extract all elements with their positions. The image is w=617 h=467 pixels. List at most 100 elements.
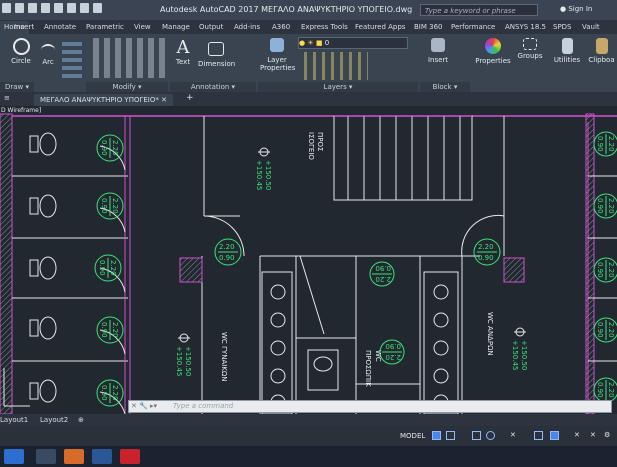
document-tab[interactable]: ΜΕΓΑΛΟ ΑΝΑΨΥΚΤΗΡΙΟ ΥΠΟΓΕΙΟ* ✕ [34, 94, 173, 106]
open-file-icon[interactable] [28, 3, 37, 13]
height-value-bottom: 0.90 [100, 385, 108, 401]
arc-button[interactable]: Arc [38, 38, 58, 66]
circle-button[interactable]: Circle [10, 38, 32, 65]
panel-annotation[interactable]: Annotation ▾ [170, 82, 256, 92]
start-tab-icon[interactable]: ≡ [4, 94, 10, 102]
height-marker: 2.20 0.90 [94, 254, 122, 282]
explorer-icon[interactable] [36, 449, 56, 464]
level-value-1: +150.50 [264, 160, 272, 190]
tab-layout2[interactable]: Layout2 [40, 416, 68, 424]
tab-a360[interactable]: A360 [272, 23, 290, 31]
panel-modify[interactable]: Modify ▾ [86, 82, 168, 92]
layer-dropdown[interactable]: ● ☀ ■ 0 [298, 37, 408, 49]
text-button[interactable]: A Text [172, 38, 194, 67]
level-value-2: +150.45 [511, 340, 519, 370]
draw-tools-icon[interactable] [62, 38, 82, 78]
level-marker-top: +150.50 +150.45 [255, 147, 272, 190]
small-toilet [307, 349, 339, 391]
arc-icon [41, 44, 55, 56]
circle-icon [12, 38, 30, 55]
undo-icon[interactable] [80, 3, 89, 13]
command-input[interactable]: Type a command [173, 401, 233, 412]
height-value-bottom: 0.90 [478, 254, 494, 262]
clipboard-button[interactable]: Clipboa [586, 38, 617, 64]
properties-button[interactable]: Properties [474, 38, 512, 65]
floor-plan[interactable]: 2.20 0.90 2.20 0.90 2.20 0.90 2.20 0.90 … [0, 106, 617, 414]
annotation-visibility-icon[interactable]: ✕ [590, 431, 599, 440]
tab-manage[interactable]: Manage [162, 23, 190, 31]
ortho-icon[interactable] [472, 431, 481, 440]
dimension-button[interactable]: Dimension [198, 38, 236, 68]
tab-performance[interactable]: Performance [451, 23, 495, 31]
tab-output[interactable]: Output [199, 23, 223, 31]
selection-cycling-icon[interactable] [550, 431, 559, 440]
annotation-scale-icon[interactable]: ✕ [574, 431, 583, 440]
height-value-top: 2.20 [111, 198, 119, 214]
window-title: Autodesk AutoCAD 2017 ΜΕΓΑΛΟ ΑΝΑΨΥΚΤΗΡΙΟ… [160, 5, 413, 14]
tab-layout1[interactable]: Layout1 [0, 416, 28, 424]
viewport-label[interactable]: D Wireframe] [1, 107, 41, 114]
layer-value: 0 [324, 39, 330, 47]
redo-icon[interactable] [93, 3, 102, 13]
new-file-icon[interactable] [15, 3, 24, 13]
add-layout-icon[interactable]: ⊕ [78, 416, 84, 424]
height-marker: 2.20 0.90 [473, 238, 501, 266]
height-value-bottom: 0.90 [100, 198, 108, 214]
level-value-2: +150.45 [255, 160, 263, 190]
print-icon[interactable] [67, 3, 76, 13]
close-icon[interactable]: ✕ [161, 96, 167, 104]
tab-vault[interactable]: Vault [582, 23, 600, 31]
utilities-button[interactable]: Utilities [552, 38, 582, 64]
groups-button[interactable]: Groups [514, 38, 546, 60]
room-label-wc-staff-1: WC [374, 350, 382, 362]
new-tab-icon[interactable]: + [186, 93, 194, 103]
autocad-taskbar-icon[interactable] [120, 449, 140, 464]
height-marker: 2.20 0.90 [593, 131, 617, 157]
modify-tools-icon[interactable] [88, 38, 166, 78]
tab-add-ins[interactable]: Add-ins [234, 23, 260, 31]
column-right [503, 257, 525, 283]
lineweight-icon[interactable] [534, 431, 543, 440]
save-as-icon[interactable] [54, 3, 63, 13]
tab-ansys[interactable]: ANSYS 18.5 [505, 23, 546, 31]
grid-icon[interactable] [432, 431, 441, 440]
tab-express-tools[interactable]: Express Tools [301, 23, 348, 31]
tab-annotate[interactable]: Annotate [44, 23, 76, 31]
workspace-icon[interactable]: ⚙ [604, 431, 613, 440]
drawing-canvas[interactable]: 2.20 0.90 2.20 0.90 2.20 0.90 2.20 0.90 … [0, 106, 617, 414]
tab-insert[interactable]: Insert [14, 23, 34, 31]
polar-icon[interactable] [486, 431, 495, 440]
tab-spds[interactable]: SPDS [553, 23, 572, 31]
panel-block[interactable]: Block ▾ [420, 82, 470, 92]
layer-properties-label-2: Properties [260, 64, 296, 72]
height-value-top: 2.20 [111, 385, 119, 401]
insert-button[interactable]: Insert [424, 38, 452, 64]
search-input[interactable]: Type a keyword or phrase [420, 4, 538, 16]
dimension-label: Dimension [198, 60, 236, 68]
save-icon[interactable] [41, 3, 50, 13]
panel-layers[interactable]: Layers ▾ [258, 82, 418, 92]
wall-right [585, 113, 595, 414]
tab-view[interactable]: View [134, 23, 151, 31]
height-value-bottom: 0.90 [219, 254, 235, 262]
document-tab-label: ΜΕΓΑΛΟ ΑΝΑΨΥΚΤΗΡΙΟ ΥΠΟΓΕΙΟ* [40, 96, 159, 104]
height-marker: 2.20 0.90 [96, 134, 124, 162]
model-space-button[interactable]: MODEL [400, 432, 425, 440]
firefox-icon[interactable] [64, 449, 84, 464]
word-icon[interactable] [92, 449, 112, 464]
level-value-2: +150.45 [175, 346, 183, 376]
snap-icon[interactable] [446, 431, 455, 440]
tab-featured-apps[interactable]: Featured Apps [355, 23, 405, 31]
tab-bim-360[interactable]: BIM 360 [414, 23, 443, 31]
panel-draw[interactable]: Draw ▾ [0, 82, 34, 92]
room-label-wc-staff-2: ΠΡΟΣΩΠΙΚ [364, 350, 372, 387]
tab-parametric[interactable]: Parametric [86, 23, 124, 31]
sign-in-button[interactable]: ● Sign In [560, 5, 592, 13]
osnap-icon[interactable]: ✕ [510, 431, 519, 440]
windows-start-icon[interactable] [4, 449, 24, 464]
layer-properties-button[interactable]: Layer Properties [260, 38, 296, 72]
command-line[interactable]: ✕ 🔧 ▸▾ Type a command [128, 400, 612, 413]
app-menu-icon[interactable] [2, 3, 11, 13]
layer-tools-icon[interactable] [298, 52, 368, 80]
command-line-tools[interactable]: ✕ 🔧 ▸▾ [131, 401, 157, 412]
